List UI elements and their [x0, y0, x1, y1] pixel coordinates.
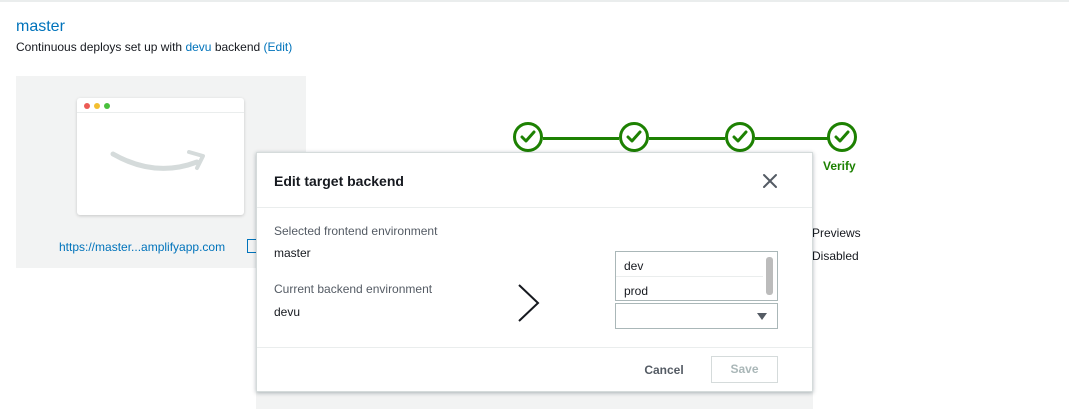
amazon-smile-logo-icon [110, 150, 205, 171]
close-icon[interactable] [762, 173, 778, 189]
frontend-env-value: master [274, 246, 311, 260]
top-divider [0, 0, 1069, 2]
modal-backdrop-strip [256, 392, 813, 409]
browser-title-bar [77, 98, 244, 113]
app-url-link[interactable]: https://master...amplifyapp.com [59, 240, 225, 254]
window-maximize-dot-icon [104, 103, 110, 109]
window-close-dot-icon [84, 103, 90, 109]
caret-down-icon [757, 313, 767, 320]
pipeline-connector [649, 137, 725, 140]
subtitle-prefix: Continuous deploys set up with [16, 40, 183, 54]
save-button[interactable]: Save [711, 356, 778, 383]
backend-env-label: Current backend environment [274, 282, 433, 296]
subtitle-suffix: backend [214, 40, 261, 54]
cancel-button[interactable]: Cancel [631, 357, 697, 383]
options-scrollbar[interactable] [766, 257, 773, 295]
option-dev[interactable]: dev [616, 252, 763, 277]
edit-target-backend-modal: Edit target backend Selected frontend en… [256, 152, 813, 392]
chevron-right-icon [518, 284, 540, 322]
modal-header-divider [257, 207, 812, 208]
window-minimize-dot-icon [94, 103, 100, 109]
branch-title[interactable]: master [16, 18, 65, 36]
step-complete-icon [619, 122, 649, 152]
frontend-env-label: Selected frontend environment [274, 224, 438, 238]
backend-options-list[interactable]: dev prod [615, 251, 778, 301]
modal-footer-divider [257, 347, 812, 348]
browser-thumbnail [77, 98, 244, 215]
step-complete-icon [513, 122, 543, 152]
edit-link[interactable]: (Edit) [264, 40, 293, 54]
option-prod[interactable]: prod [616, 277, 763, 302]
pipeline-connector [543, 137, 619, 140]
step-label-verify: Verify [823, 159, 856, 173]
step-complete-icon [827, 122, 857, 152]
previews-label: Previews [812, 226, 861, 240]
modal-title: Edit target backend [274, 173, 404, 189]
previews-value: Disabled [812, 249, 859, 263]
backend-env-value: devu [274, 305, 301, 319]
branch-subtitle: Continuous deploys set up with devu back… [16, 40, 292, 54]
step-complete-icon [725, 122, 755, 152]
pipeline-connector [755, 137, 831, 140]
backend-environment-select[interactable] [615, 303, 778, 329]
backend-link[interactable]: devu [185, 40, 211, 54]
